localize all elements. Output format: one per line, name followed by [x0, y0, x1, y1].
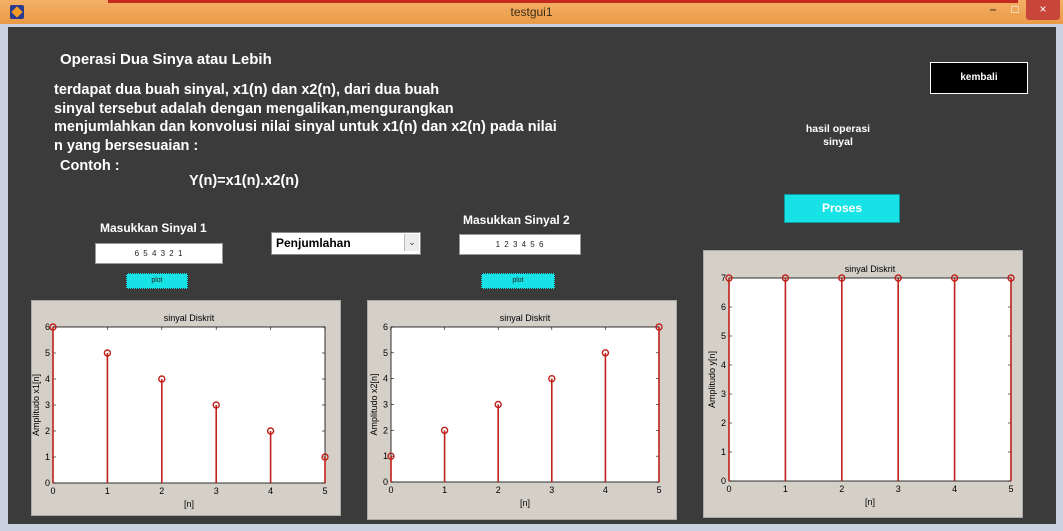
y-tick-label: 3	[45, 400, 50, 410]
description-line: n yang bersesuaian :	[54, 137, 199, 154]
y-tick-label: 5	[721, 331, 726, 341]
title-accent-line	[108, 0, 1018, 3]
x-tick-label: 3	[214, 486, 219, 496]
x-tick-label: 1	[442, 485, 447, 495]
plot1-button[interactable]: plot	[126, 273, 188, 289]
plot-area	[52, 326, 326, 484]
close-button[interactable]: ×	[1026, 0, 1060, 20]
chart-title: sinyal Diskrit	[845, 264, 896, 274]
description-line: sinyal tersebut adalah dengan mengalikan…	[54, 100, 454, 117]
input2-label: Masukkan Sinyal 2	[463, 213, 570, 227]
result-label-line: sinyal	[823, 136, 853, 148]
proses-button[interactable]: Proses	[784, 194, 900, 223]
y-tick-label: 7	[721, 273, 726, 283]
x-tick-label: 0	[388, 485, 393, 495]
description-line: menjumlahkan dan konvolusi nilai sinyal …	[54, 119, 557, 135]
description-line: terdapat dua buah sinyal, x1(n) dan x2(n…	[54, 82, 440, 98]
chart-y: sinyal Diskrit 0 1 2 3 4 5 0 1 2 3 4 5 6 7 [n] Amplitudo…	[707, 264, 1015, 507]
y-tick-label: 1	[383, 451, 388, 461]
chart-x2: sinyal Diskrit 0 1 2 3 4 5 0 1 2 3 4 5 6 [n] Amplitudo …	[369, 313, 663, 508]
x-tick-label: 5	[1008, 484, 1013, 494]
figure-area: Operasi Dua Sinya atau Lebih terdapat du…	[8, 27, 1056, 524]
x-tick-label: 5	[322, 486, 327, 496]
y-tick-label: 0	[721, 476, 726, 486]
chart-title: sinyal Diskrit	[500, 313, 551, 323]
y-tick-label: 2	[383, 425, 388, 435]
plot2-button[interactable]: plot	[481, 273, 555, 289]
y-tick-label: 4	[383, 374, 388, 384]
chart-x1: sinyal Diskrit 0 1 2 3 4 5 0 1 2 3 4 5 6 [n] Amplitudo …	[31, 313, 329, 509]
window-frame: testgui1 – □ × Operasi Dua Sinya atau Le…	[0, 0, 1063, 531]
x-tick-label: 5	[656, 485, 661, 495]
plot-panel-x1: sinyal Diskrit 0 1 2 3 4 5 0 1 2 3 4 5 6 [n] Amplitudo …	[31, 300, 341, 516]
title-bar: testgui1 – □ ×	[0, 0, 1063, 24]
y-tick-label: 4	[45, 374, 50, 384]
x-axis-label: [n]	[520, 498, 530, 508]
input1-label: Masukkan Sinyal 1	[100, 221, 207, 235]
signal1-input[interactable]: 6 5 4 3 2 1	[95, 243, 223, 264]
x-tick-label: 4	[268, 486, 273, 496]
y-tick-label: 3	[721, 389, 726, 399]
description-text: terdapat dua buah sinyal, x1(n) dan x2(n…	[54, 81, 557, 155]
y-tick-label: 2	[721, 418, 726, 428]
x-tick-label: 4	[952, 484, 957, 494]
x-axis-label: [n]	[184, 499, 194, 509]
x-tick-label: 4	[603, 485, 608, 495]
y-tick-label: 0	[383, 477, 388, 487]
y-tick-label: 1	[45, 452, 50, 462]
y-tick-label: 6	[721, 302, 726, 312]
signal2-input[interactable]: 1 2 3 4 5 6	[459, 234, 581, 255]
kembali-button[interactable]: kembali	[930, 62, 1028, 94]
operation-selected: Penjumlahan	[276, 236, 351, 250]
y-tick-label: 5	[45, 348, 50, 358]
result-label-line: hasil operasi	[805, 123, 871, 135]
x-axis-label: [n]	[865, 497, 875, 507]
chart-title: sinyal Diskrit	[164, 313, 215, 323]
y-axis-label: Amplitudo x1[n]	[32, 374, 41, 436]
window-title: testgui1	[510, 5, 553, 19]
x-tick-label: 1	[783, 484, 788, 494]
result-label: hasil operasi sinyal	[778, 123, 898, 149]
x-tick-label: 0	[726, 484, 731, 494]
x-tick-label: 2	[839, 484, 844, 494]
x-tick-label: 2	[496, 485, 501, 495]
formula-text: Y(n)=x1(n).x2(n)	[189, 173, 299, 189]
x-tick-label: 3	[549, 485, 554, 495]
x-tick-label: 3	[896, 484, 901, 494]
maximize-button[interactable]: □	[1004, 0, 1026, 20]
y-tick-label: 5	[383, 348, 388, 358]
y-tick-label: 6	[45, 322, 50, 332]
page-title: Operasi Dua Sinya atau Lebih	[60, 51, 272, 68]
chevron-down-icon[interactable]: ⌄	[404, 234, 419, 251]
y-tick-label: 4	[721, 360, 726, 370]
plot-panel-x2: sinyal Diskrit 0 1 2 3 4 5 0 1 2 3 4 5 6 [n] Amplitudo …	[367, 300, 677, 520]
x-tick-label: 0	[50, 486, 55, 496]
y-tick-label: 0	[45, 478, 50, 488]
y-axis-label: Amplitudo y[n]	[707, 351, 717, 408]
x-tick-label: 2	[159, 486, 164, 496]
plot-area	[390, 326, 660, 483]
plot-area	[728, 277, 1012, 482]
minimize-button[interactable]: –	[982, 0, 1004, 20]
plot-panel-y: sinyal Diskrit 0 1 2 3 4 5 0 1 2 3 4 5 6 7 [n] Amplitudo…	[703, 250, 1023, 518]
x-tick-label: 1	[105, 486, 110, 496]
y-tick-label: 6	[383, 322, 388, 332]
operation-select[interactable]: Penjumlahan ⌄	[271, 232, 421, 255]
y-tick-label: 2	[45, 426, 50, 436]
contoh-label: Contoh :	[60, 158, 120, 174]
y-tick-label: 3	[383, 400, 388, 410]
y-tick-label: 1	[721, 447, 726, 457]
y-axis-label: Amplitudo x2[n]	[369, 373, 379, 435]
